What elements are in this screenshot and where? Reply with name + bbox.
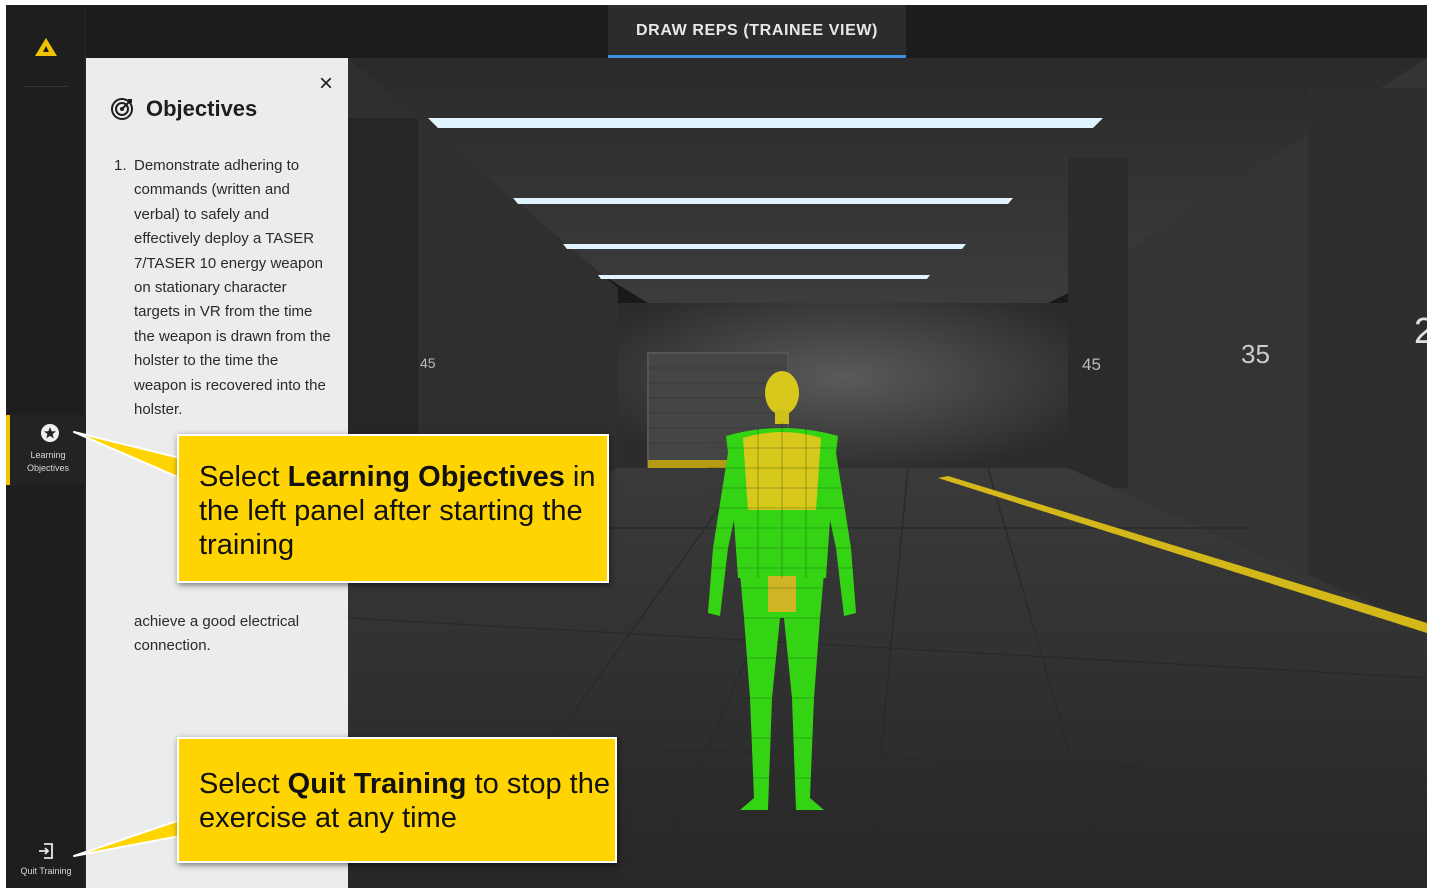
callout-bold: Quit Training bbox=[287, 768, 467, 800]
callout-text: Select bbox=[199, 461, 288, 493]
callout-text: Select bbox=[199, 768, 288, 800]
callout-bold: Learning Objectives bbox=[287, 461, 565, 493]
callout-learning-objectives: Select Learning Objectives in the left p… bbox=[177, 434, 609, 583]
callout-quit-training: Select Quit Training to stop the exercis… bbox=[177, 737, 617, 863]
